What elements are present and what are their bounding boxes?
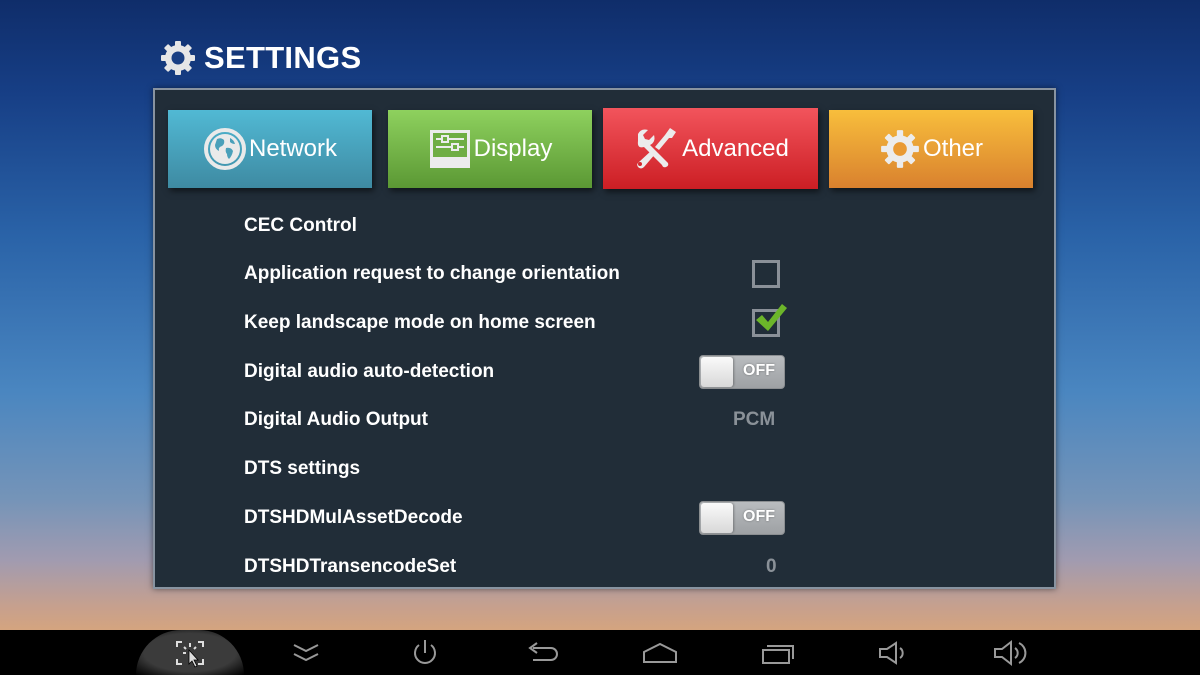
back-arrow-icon bbox=[528, 642, 558, 661]
recent-apps-button[interactable] bbox=[758, 637, 798, 669]
screenshot-cursor-button[interactable] bbox=[170, 637, 210, 669]
setting-label: CEC Control bbox=[244, 215, 357, 236]
setting-dtshd-mul-asset-decode[interactable]: DTSHDMulAssetDecode OFF bbox=[244, 498, 804, 538]
transencode-value: 0 bbox=[766, 556, 777, 577]
audio-output-value: PCM bbox=[733, 409, 776, 430]
wrench-screwdriver-icon bbox=[637, 127, 677, 168]
setting-cec-control[interactable]: CEC Control bbox=[244, 206, 804, 246]
cursor-select-icon bbox=[176, 641, 204, 668]
setting-label: Digital audio auto-detection bbox=[244, 361, 495, 382]
orientation-checkbox[interactable] bbox=[752, 260, 780, 288]
system-navigation-bar bbox=[0, 630, 1200, 675]
page-header: SETTINGS bbox=[158, 38, 361, 78]
tab-network[interactable]: Network bbox=[168, 110, 372, 188]
setting-label: DTSHDMulAssetDecode bbox=[244, 507, 463, 528]
power-icon bbox=[414, 640, 436, 664]
volume-down-icon bbox=[879, 641, 904, 665]
back-button[interactable] bbox=[523, 637, 563, 669]
setting-dtshd-transencode-set[interactable]: DTSHDTransencodeSet 0 bbox=[244, 547, 804, 587]
toggle-knob bbox=[701, 357, 733, 387]
toggle-state: OFF bbox=[743, 362, 775, 379]
globe-icon bbox=[203, 128, 246, 170]
tab-display[interactable]: Display bbox=[388, 110, 592, 188]
setting-keep-landscape[interactable]: Keep landscape mode on home screen bbox=[244, 303, 804, 343]
setting-label: DTSHDTransencodeSet bbox=[244, 556, 457, 577]
mul-asset-decode-toggle[interactable]: OFF bbox=[699, 501, 785, 535]
toggle-knob bbox=[701, 503, 733, 533]
setting-label: Application request to change orientatio… bbox=[244, 263, 620, 284]
setting-label: DTS settings bbox=[244, 458, 361, 479]
setting-label: Keep landscape mode on home screen bbox=[244, 312, 596, 333]
page-title: SETTINGS bbox=[204, 40, 362, 75]
toggle-state: OFF bbox=[743, 508, 775, 525]
home-icon bbox=[643, 642, 677, 663]
setting-digital-audio-output[interactable]: Digital Audio Output PCM bbox=[244, 400, 804, 440]
setting-label: Digital Audio Output bbox=[244, 409, 428, 430]
setting-digital-audio-auto-detection[interactable]: Digital audio auto-detection OFF bbox=[244, 352, 804, 392]
recent-apps-icon bbox=[762, 645, 794, 664]
tab-other-label: Other bbox=[922, 135, 984, 162]
gear-icon bbox=[881, 130, 919, 168]
collapse-button[interactable] bbox=[286, 637, 326, 669]
tab-network-label: Network bbox=[248, 135, 338, 162]
tab-other[interactable]: Other bbox=[829, 110, 1033, 188]
double-chevron-down-icon bbox=[293, 644, 319, 662]
tab-display-label: Display bbox=[473, 135, 553, 162]
power-button[interactable] bbox=[405, 637, 445, 669]
setting-dts-settings[interactable]: DTS settings bbox=[244, 449, 804, 489]
tab-advanced-label: Advanced bbox=[682, 134, 789, 162]
landscape-checkbox[interactable] bbox=[752, 304, 787, 337]
volume-up-icon bbox=[994, 639, 1027, 667]
checkmark-icon bbox=[756, 304, 787, 331]
tab-advanced[interactable]: Advanced bbox=[603, 108, 818, 189]
display-settings-icon bbox=[429, 130, 470, 168]
home-button[interactable] bbox=[640, 637, 680, 669]
settings-panel: Network Display Advanced Other CEC Contr… bbox=[153, 88, 1056, 589]
auto-detection-toggle[interactable]: OFF bbox=[699, 355, 785, 389]
volume-down-button[interactable] bbox=[874, 637, 914, 669]
volume-up-button[interactable] bbox=[991, 637, 1031, 669]
gear-icon bbox=[161, 41, 195, 75]
setting-app-orientation[interactable]: Application request to change orientatio… bbox=[244, 254, 804, 294]
